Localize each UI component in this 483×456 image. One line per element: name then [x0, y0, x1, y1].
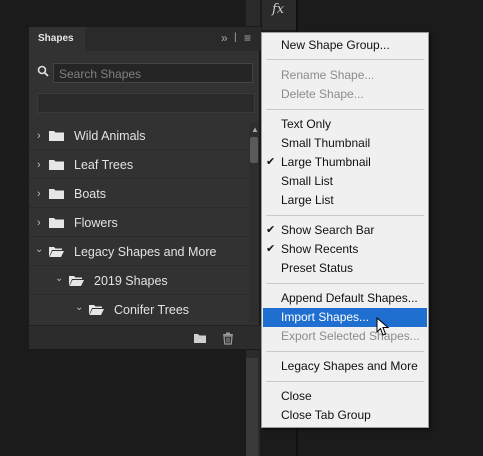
menu-item-new-shape-group[interactable]: New Shape Group...: [263, 36, 427, 55]
menu-item-small-list[interactable]: Small List: [263, 172, 427, 191]
menu-item-text-only[interactable]: Text Only: [263, 115, 427, 134]
list-item-label: Boats: [74, 187, 106, 201]
search-icon: [37, 65, 49, 77]
menu-item-append-default-shapes[interactable]: Append Default Shapes...: [263, 289, 427, 308]
mouse-cursor-icon: [376, 317, 390, 336]
menu-separator: [266, 59, 424, 60]
list-item-label: Legacy Shapes and More: [74, 245, 217, 259]
menu-item-import-shapes[interactable]: Import Shapes...: [263, 308, 427, 327]
search-input[interactable]: Search Shapes: [53, 63, 253, 83]
collapse-panel-icon[interactable]: »: [221, 31, 228, 45]
folder-icon: [49, 218, 64, 228]
panel-footer: [29, 325, 261, 349]
scroll-up-icon[interactable]: ▲: [251, 125, 259, 134]
menu-item-show-recents-wrap[interactable]: ✔ Show Recents: [262, 240, 428, 259]
list-item-label: Leaf Trees: [74, 158, 134, 172]
scroll-thumb[interactable]: [250, 137, 258, 163]
menu-item-show-search-bar[interactable]: Show Search Bar: [263, 221, 427, 240]
list-item[interactable]: › Boats: [29, 180, 247, 208]
panel-header: Shapes » | ≡: [29, 27, 261, 51]
list-item[interactable]: ⌄ Legacy Shapes and More: [29, 238, 247, 266]
menu-separator: [266, 215, 424, 216]
chevron-down-icon[interactable]: ⌄: [35, 244, 43, 255]
lower-scroll-strip[interactable]: [246, 358, 258, 456]
folder-icon: [49, 189, 64, 199]
menu-item-delete-shape[interactable]: Delete Shape...: [263, 85, 427, 104]
list-item-label: Flowers: [74, 216, 118, 230]
folder-open-icon: [89, 305, 104, 315]
menu-separator: [266, 351, 424, 352]
chevron-right-icon[interactable]: ›: [37, 130, 41, 142]
menu-item-show-search-bar-wrap[interactable]: ✔ Show Search Bar: [262, 221, 428, 240]
menu-item-large-list[interactable]: Large List: [263, 191, 427, 210]
menu-item-rename-shape[interactable]: Rename Shape...: [263, 66, 427, 85]
list-item[interactable]: › Wild Animals: [29, 122, 247, 150]
list-item[interactable]: › Flowers: [29, 209, 247, 237]
panel-divider: |: [234, 32, 237, 43]
panel-flyout-menu: New Shape Group... Rename Shape... Delet…: [261, 32, 429, 428]
menu-item-close-tab-group[interactable]: Close Tab Group: [263, 406, 427, 425]
folder-open-icon: [69, 276, 84, 286]
menu-item-large-thumbnail-wrap[interactable]: ✔ Large Thumbnail: [262, 153, 428, 172]
menu-item-small-thumbnail[interactable]: Small Thumbnail: [263, 134, 427, 153]
menu-item-close[interactable]: Close: [263, 387, 427, 406]
menu-item-export-selected-shapes[interactable]: Export Selected Shapes...: [263, 327, 427, 346]
list-item-label: Conifer Trees: [114, 303, 190, 317]
panel-menu-icon[interactable]: ≡: [244, 31, 251, 45]
chevron-right-icon[interactable]: ›: [37, 188, 41, 200]
chevron-right-icon[interactable]: ›: [37, 217, 41, 229]
tab-shapes[interactable]: Shapes: [29, 27, 85, 51]
new-group-folder-icon[interactable]: [193, 331, 207, 345]
menu-separator: [266, 283, 424, 284]
list-item[interactable]: ⌄ Conifer Trees: [29, 296, 247, 322]
folder-icon: [49, 160, 64, 170]
list-item[interactable]: ⌄ 2019 Shapes: [29, 267, 247, 295]
menu-separator: [266, 109, 424, 110]
list-item-label: Wild Animals: [74, 129, 146, 143]
search-row: Search Shapes: [29, 59, 261, 85]
chevron-down-icon[interactable]: ⌄: [55, 273, 63, 284]
folder-open-icon: [49, 247, 64, 257]
recents-bar[interactable]: [37, 93, 255, 113]
shape-group-list: › Wild Animals › Leaf Trees › Boats › Fl…: [29, 122, 247, 322]
menu-item-show-recents[interactable]: Show Recents: [263, 240, 427, 259]
list-item[interactable]: › Leaf Trees: [29, 151, 247, 179]
list-item-label: 2019 Shapes: [94, 274, 168, 288]
shapes-panel: Shapes » | ≡ Search Shapes › Wild Animal…: [28, 26, 261, 350]
menu-separator: [266, 381, 424, 382]
trash-icon[interactable]: [221, 331, 235, 345]
menu-item-legacy-shapes[interactable]: Legacy Shapes and More: [263, 357, 427, 376]
chevron-down-icon[interactable]: ⌄: [75, 302, 83, 313]
folder-icon: [49, 131, 64, 141]
menu-item-large-thumbnail[interactable]: Large Thumbnail: [263, 153, 427, 172]
menu-item-preset-status[interactable]: Preset Status: [263, 259, 427, 278]
fx-label[interactable]: fx: [272, 2, 284, 17]
chevron-right-icon[interactable]: ›: [37, 159, 41, 171]
